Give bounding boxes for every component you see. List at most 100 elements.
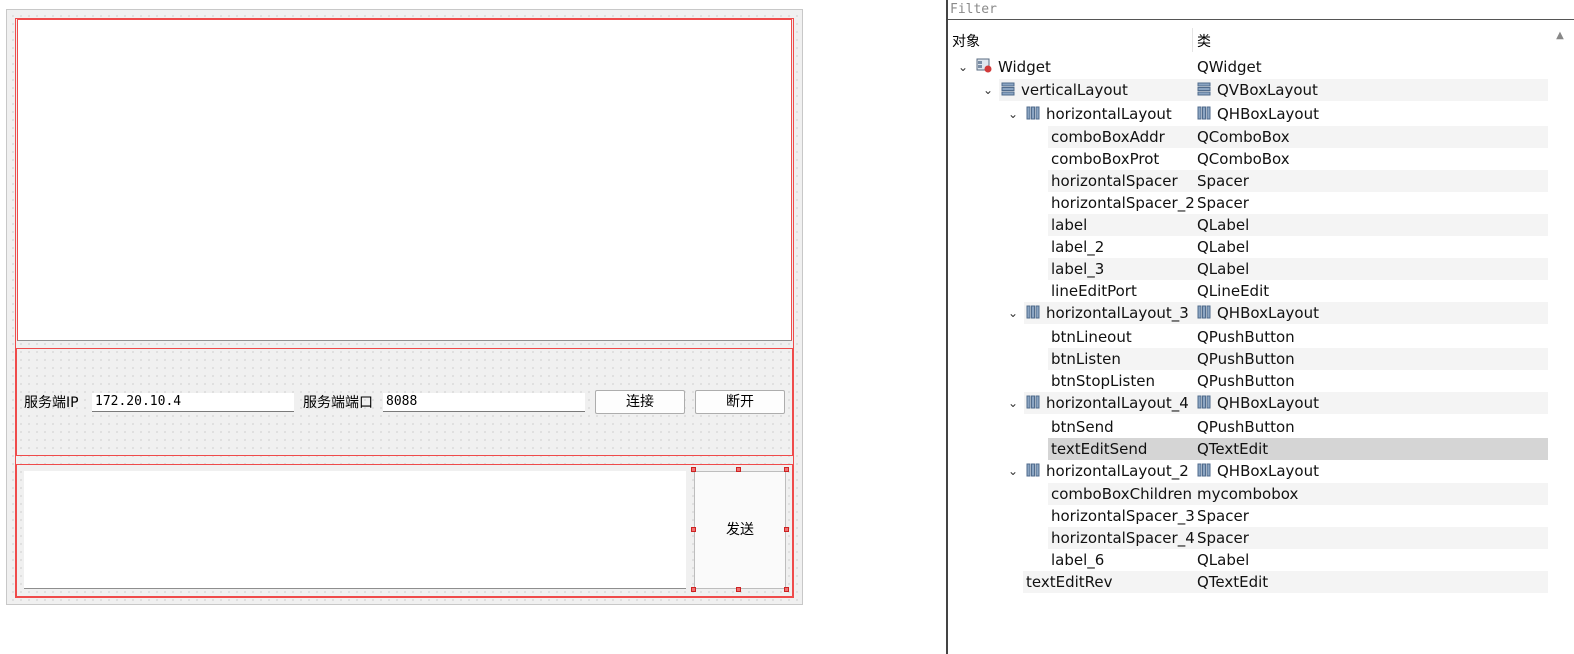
- header-separator[interactable]: [1192, 28, 1193, 52]
- tree-row-class-name: Spacer: [1197, 170, 1249, 192]
- resize-handle[interactable]: [784, 467, 789, 472]
- widget-icon: [976, 57, 992, 79]
- tree-row[interactable]: ⌄ horizontalLayout QHBoxLayout: [948, 103, 1548, 125]
- class-name-text: QLineEdit: [1197, 282, 1270, 300]
- tree-row[interactable]: horizontalSpacer_4 Spacer: [948, 527, 1548, 549]
- tree-row[interactable]: btnStopListen QPushButton: [948, 370, 1548, 392]
- tree-row-object-name: horizontalLayout_3: [1026, 302, 1189, 325]
- scroll-up-arrow-icon[interactable]: ▲: [1554, 30, 1566, 42]
- tree-row[interactable]: btnListen QPushButton: [948, 348, 1548, 370]
- tree-row[interactable]: ⌄ horizontalLayout_4 QHBoxLayout: [948, 392, 1548, 414]
- resize-handle[interactable]: [736, 587, 741, 592]
- server-port-input[interactable]: 8088: [383, 393, 585, 412]
- tree-row-class-name: QHBoxLayout: [1197, 392, 1319, 415]
- receive-text-edit[interactable]: [17, 19, 792, 341]
- tree-row[interactable]: ⌄ horizontalLayout_3 QHBoxLayout: [948, 302, 1548, 324]
- header-class[interactable]: 类: [1197, 31, 1211, 51]
- tree-row-class-name: QPushButton: [1197, 416, 1295, 438]
- class-name-text: Spacer: [1197, 507, 1249, 525]
- tree-row[interactable]: btnSend QPushButton: [948, 416, 1548, 438]
- tree-row[interactable]: label QLabel: [948, 214, 1548, 236]
- hbox-layout-icon: [1026, 393, 1040, 415]
- object-name-text: comboBoxAddr: [1051, 128, 1165, 146]
- class-name-text: QPushButton: [1197, 328, 1295, 346]
- tree-row-class-name: QHBoxLayout: [1197, 460, 1319, 483]
- object-name-text: Widget: [998, 58, 1051, 76]
- object-name-text: horizontalLayout: [1046, 105, 1172, 123]
- tree-row-class-name: QTextEdit: [1197, 438, 1268, 460]
- chevron-down-icon[interactable]: ⌄: [1006, 302, 1020, 324]
- send-text-edit[interactable]: [24, 471, 686, 589]
- tree-row-object-name: label: [1051, 214, 1087, 236]
- object-name-text: label: [1051, 216, 1088, 234]
- chevron-down-icon[interactable]: ⌄: [1006, 392, 1020, 414]
- chevron-down-icon[interactable]: ⌄: [1006, 460, 1020, 482]
- tree-row[interactable]: comboBoxAddr QComboBox: [948, 126, 1548, 148]
- tree-row-object-name: label_2: [1051, 236, 1104, 258]
- class-name-text: mycombobox: [1197, 485, 1299, 503]
- resize-handle[interactable]: [691, 527, 696, 532]
- tree-row-object-name: horizontalLayout_4: [1026, 392, 1189, 415]
- tree-row[interactable]: horizontalSpacer Spacer: [948, 170, 1548, 192]
- tree-row[interactable]: comboBoxProt QComboBox: [948, 148, 1548, 170]
- chevron-down-icon[interactable]: ⌄: [981, 79, 995, 101]
- tree-row[interactable]: ⌄ horizontalLayout_2 QHBoxLayout: [948, 460, 1548, 482]
- class-name-text: Spacer: [1197, 172, 1249, 190]
- class-name-text: QHBoxLayout: [1217, 394, 1319, 412]
- resize-handle[interactable]: [691, 467, 696, 472]
- tree-row-class-name: QHBoxLayout: [1197, 302, 1319, 325]
- class-name-text: QHBoxLayout: [1217, 105, 1319, 123]
- vbox-layout-icon: [1197, 80, 1211, 102]
- header-object[interactable]: 对象: [952, 31, 980, 51]
- class-name-text: QPushButton: [1197, 350, 1295, 368]
- resize-handle[interactable]: [691, 587, 696, 592]
- tree-row-class-name: mycombobox: [1197, 483, 1298, 505]
- disconnect-button[interactable]: 断开: [695, 390, 785, 414]
- class-name-text: QTextEdit: [1197, 573, 1269, 591]
- filter-input[interactable]: Filter: [948, 0, 1574, 20]
- resize-handle[interactable]: [784, 527, 789, 532]
- tree-row-object-name: horizontalSpacer_2: [1051, 192, 1195, 214]
- tree-row-object-name: textEditRev: [1026, 571, 1113, 593]
- row-background: [1048, 348, 1548, 370]
- tree-row-object-name: textEditSend: [1051, 438, 1147, 460]
- hbox-layout-icon: [1026, 303, 1040, 325]
- class-name-text: QTextEdit: [1197, 440, 1269, 458]
- class-name-text: QComboBox: [1197, 128, 1290, 146]
- chevron-down-icon[interactable]: ⌄: [956, 56, 970, 78]
- object-name-text: comboBoxChildren: [1051, 485, 1193, 503]
- object-name-text: horizontalLayout_3: [1046, 304, 1189, 322]
- tree-row-class-name: QPushButton: [1197, 370, 1295, 392]
- server-ip-combobox[interactable]: 172.20.10.4: [92, 393, 294, 412]
- object-name-text: label_6: [1051, 551, 1105, 569]
- send-button[interactable]: 发送: [694, 471, 786, 589]
- chevron-down-icon[interactable]: ⌄: [1006, 103, 1020, 125]
- tree-row-class-name: QLineEdit: [1197, 280, 1269, 302]
- tree-row[interactable]: comboBoxChildren mycombobox: [948, 483, 1548, 505]
- tree-row[interactable]: btnLineout QPushButton: [948, 326, 1548, 348]
- tree-row[interactable]: textEditSend QTextEdit: [948, 438, 1548, 460]
- vbox-layout-icon: [1001, 80, 1015, 102]
- tree-row[interactable]: ⌄ verticalLayout QVBoxLayout: [948, 79, 1548, 101]
- tree-row-object-name: btnListen: [1051, 348, 1121, 370]
- tree-row[interactable]: ⌄ Widget QWidget: [948, 56, 1548, 78]
- class-name-text: QVBoxLayout: [1217, 81, 1318, 99]
- tree-row[interactable]: label_6 QLabel: [948, 549, 1548, 571]
- tree-row[interactable]: horizontalSpacer_2 Spacer: [948, 192, 1548, 214]
- row-background: [1048, 258, 1548, 280]
- hbox-layout-icon: [1197, 104, 1211, 126]
- tree-row-object-name: label_6: [1051, 549, 1104, 571]
- class-name-text: QLabel: [1197, 216, 1250, 234]
- tree-row-object-name: horizontalLayout_2: [1026, 460, 1189, 483]
- tree-row-class-name: Spacer: [1197, 505, 1249, 527]
- tree-row[interactable]: lineEditPort QLineEdit: [948, 280, 1548, 302]
- resize-handle[interactable]: [784, 587, 789, 592]
- tree-row[interactable]: label_2 QLabel: [948, 236, 1548, 258]
- connect-button[interactable]: 连接: [595, 390, 685, 414]
- tree-row[interactable]: horizontalSpacer_3 Spacer: [948, 505, 1548, 527]
- object-name-text: horizontalSpacer_3: [1051, 507, 1195, 525]
- tree-row[interactable]: label_3 QLabel: [948, 258, 1548, 280]
- resize-handle[interactable]: [736, 467, 741, 472]
- tree-row-class-name: QTextEdit: [1197, 571, 1268, 593]
- tree-row[interactable]: textEditRev QTextEdit: [948, 571, 1548, 593]
